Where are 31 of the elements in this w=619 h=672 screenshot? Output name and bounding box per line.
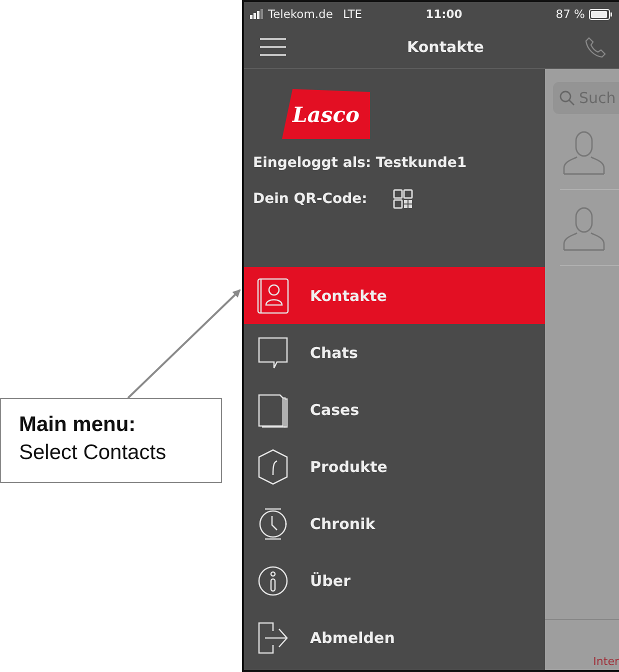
menu-item[interactable]: Abmelden <box>244 609 545 666</box>
network-type: LTE <box>342 7 362 21</box>
menu-item[interactable]: Über <box>244 552 545 609</box>
folders-icon <box>257 392 289 428</box>
qr-code-icon[interactable] <box>393 189 414 209</box>
menu-item[interactable]: Cases <box>244 381 545 438</box>
menu-button[interactable] <box>260 38 286 56</box>
annotation-title: Main menu: <box>19 412 137 438</box>
menu-item[interactable]: Chronik <box>244 495 545 552</box>
menu-item[interactable]: Kontakte <box>244 267 545 324</box>
battery-percent: 87 % <box>556 7 585 21</box>
search-icon <box>559 90 575 106</box>
avatar-icon <box>563 128 605 174</box>
annotation-text: Select Contacts <box>19 440 168 466</box>
watch-icon <box>257 506 289 542</box>
address-book-icon <box>257 278 289 314</box>
hexagon-icon <box>257 448 289 484</box>
phone-icon[interactable] <box>585 36 607 58</box>
login-label: Eingeloggt als: Testkunde1 <box>253 155 468 171</box>
menu-item[interactable]: Chats <box>244 324 545 381</box>
speech-bubble-icon <box>257 334 289 370</box>
carrier-name: Telekom.de <box>268 7 333 21</box>
clock-time: 11:00 <box>426 7 462 21</box>
battery-icon <box>588 8 613 20</box>
exit-icon <box>257 620 289 656</box>
signal-icon <box>250 9 264 19</box>
screen-title: Kontakte <box>407 38 484 56</box>
logo: Lasco <box>282 89 370 139</box>
avatar-icon <box>563 204 605 250</box>
qr-label: Dein QR-Code: <box>253 191 368 207</box>
menu-item[interactable]: Produkte <box>244 438 545 495</box>
